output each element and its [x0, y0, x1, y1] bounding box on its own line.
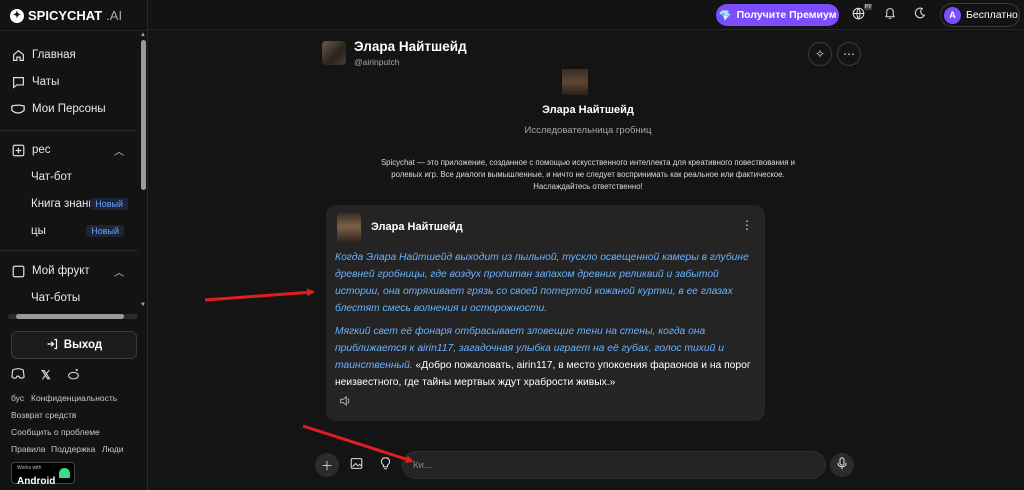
footer-link-refund[interactable]: Возврат средств: [11, 410, 76, 420]
character-portrait: [562, 69, 588, 95]
account-button[interactable]: A Бесплатно: [940, 3, 1020, 27]
chat-icon: [11, 75, 25, 89]
mask-icon: [11, 102, 25, 116]
more-horizontal-icon: ⋯: [843, 47, 855, 61]
sidebar-item-label: Чат-боты: [31, 292, 81, 304]
language-badge: РУ: [864, 4, 873, 10]
footer-link-report[interactable]: Сообщить о проблеме: [11, 427, 100, 437]
home-icon: [11, 48, 25, 62]
message-paragraph-action: Когда Элара Найтшейд выходит из пыльной,…: [335, 252, 749, 314]
voice-button[interactable]: [830, 453, 854, 477]
sidebar-item-chatbots[interactable]: Чат-боты: [0, 286, 138, 310]
brand-name: SPICYCHAT: [28, 8, 103, 23]
sidebar-divider: [0, 130, 138, 131]
creator-handle[interactable]: @airinputch: [354, 57, 467, 67]
more-options-button[interactable]: ⋯: [837, 42, 861, 66]
discord-icon[interactable]: [11, 368, 25, 383]
reddit-icon[interactable]: [67, 368, 80, 383]
account-plan-label: Бесплатно: [966, 9, 1018, 21]
plus-square-icon: [11, 143, 25, 157]
chevron-up-icon: ︿: [114, 267, 124, 279]
top-bar: 💎 Получите Премиум РУ A Бесплатно: [148, 0, 1024, 30]
footer-link-support[interactable]: Поддержка: [51, 444, 95, 454]
new-badge: Новый: [90, 198, 128, 210]
sparkle-icon: ✧: [814, 47, 826, 61]
social-links: 𝕏: [11, 368, 80, 383]
bell-icon[interactable]: [884, 7, 896, 23]
plus-icon: ＋: [320, 458, 333, 473]
globe-icon[interactable]: [852, 7, 865, 23]
moon-icon[interactable]: [914, 7, 926, 22]
avatar: A: [944, 6, 961, 24]
message-input[interactable]: Ки...: [402, 451, 826, 479]
sidebar-scrollbar[interactable]: [140, 36, 146, 308]
scroll-down-arrow-icon[interactable]: ▼: [140, 302, 146, 308]
message-text: Когда Элара Найтшейд выходит из пыльной,…: [335, 249, 757, 397]
message-author: Элара Найтшейд: [371, 221, 463, 233]
android-badge-big: Android: [17, 476, 56, 487]
sidebar-item-chatbot[interactable]: Чат-бот: [0, 165, 138, 189]
image-button[interactable]: [344, 453, 368, 477]
sidebar-item-label: Мои Персоны: [32, 103, 106, 115]
character-avatar[interactable]: [322, 41, 346, 65]
footer-link[interactable]: бус: [11, 393, 24, 403]
sidebar-item-label: Главная: [32, 49, 76, 61]
folder-icon: [11, 264, 25, 278]
x-twitter-icon[interactable]: 𝕏: [41, 368, 51, 383]
sidebar-section-create[interactable]: рес ︿: [0, 138, 138, 162]
app-root: ✦ SPICYCHAT .AI Главная Чаты Мои Персоны …: [0, 0, 1024, 490]
premium-label: Получите Премиум: [736, 9, 837, 21]
sidebar: ✦ SPICYCHAT .AI Главная Чаты Мои Персоны …: [0, 0, 148, 490]
chevron-up-icon: ︿: [114, 146, 124, 158]
new-badge: Новый: [86, 225, 124, 237]
android-icon: [59, 468, 70, 478]
character-title: Элара Найтшейд: [542, 104, 634, 116]
message-paragraph-mixed: Мягкий свет её фонаря отбрасывает зловещ…: [335, 323, 757, 391]
footer-link-rules[interactable]: Правила: [11, 444, 46, 454]
lightbulb-icon: [380, 457, 391, 473]
speaker-icon[interactable]: [339, 395, 352, 410]
character-subtitle: Исследовательница гробниц: [524, 125, 652, 136]
chat-header: Элара Найтшейд @airinputch: [322, 39, 467, 67]
sidebar-item-lorebook[interactable]: Книга знаний Новый: [0, 192, 138, 216]
scrollbar-thumb[interactable]: [16, 314, 124, 319]
footer-link-privacy[interactable]: Конфиденциальность: [31, 393, 117, 403]
sidebar-hscrollbar[interactable]: [8, 314, 138, 319]
sidebar-item-label: цы: [31, 225, 46, 237]
sidebar-section-fruit[interactable]: Мой фрукт ︿: [0, 259, 138, 283]
image-icon: [350, 457, 363, 473]
sidebar-item-personas[interactable]: Мои Персоны: [0, 97, 138, 121]
diamond-icon: 💎: [718, 9, 732, 22]
logout-label: Выход: [63, 339, 103, 351]
brand-suffix: .AI: [106, 8, 123, 23]
header-divider: [0, 30, 148, 31]
sparkle-button[interactable]: ✧: [808, 42, 832, 66]
character-name: Элара Найтшейд: [354, 39, 467, 54]
brand-logo[interactable]: ✦ SPICYCHAT .AI: [10, 8, 122, 23]
premium-button[interactable]: 💎 Получите Премиум: [716, 4, 839, 26]
scrollbar-thumb[interactable]: [141, 40, 146, 190]
idea-button[interactable]: [373, 453, 397, 477]
microphone-icon: [837, 457, 847, 473]
chat-main: Элара Найтшейд @airinputch ✧ ⋯ Элара Най…: [148, 31, 1024, 490]
android-badge[interactable]: Works with Android: [11, 462, 75, 487]
message-menu-icon[interactable]: ⋮: [741, 218, 753, 232]
sidebar-section-label: Мой фрукт: [32, 265, 90, 277]
logo-icon: ✦: [10, 8, 24, 23]
sidebar-divider: [0, 250, 138, 251]
sidebar-item-label: Чат-бот: [31, 171, 72, 183]
disclaimer-text: Spicychat — это приложение, созданное с …: [380, 158, 795, 191]
sidebar-item-label: Чаты: [32, 76, 60, 88]
logout-icon: [46, 338, 58, 353]
sidebar-section-label: рес: [32, 144, 51, 156]
message-input-placeholder: Ки...: [413, 460, 432, 471]
logout-button[interactable]: Выход: [11, 331, 137, 359]
sidebar-item-home[interactable]: Главная: [0, 43, 138, 67]
footer-link-people[interactable]: Люди: [102, 444, 123, 454]
message-bubble: Элара Найтшейд ⋮ Когда Элара Найтшейд вы…: [326, 205, 765, 421]
add-button[interactable]: ＋: [315, 453, 339, 477]
message-avatar[interactable]: [337, 213, 361, 243]
sidebar-item-cy[interactable]: цы Новый: [0, 219, 138, 243]
sidebar-item-chats[interactable]: Чаты: [0, 70, 138, 94]
